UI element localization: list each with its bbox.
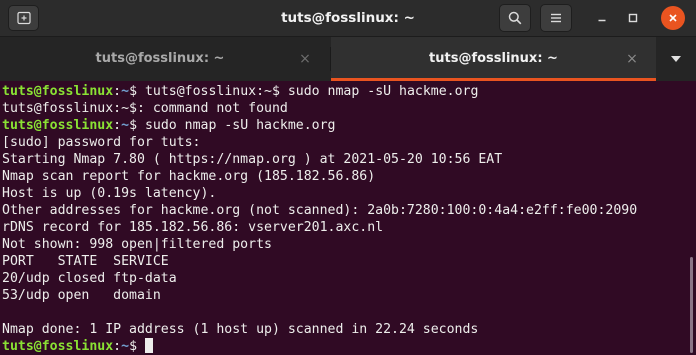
search-icon bbox=[508, 11, 522, 25]
prompt-line: tuts@fosslinux:~$ bbox=[2, 338, 686, 355]
text-cursor bbox=[144, 338, 153, 353]
search-button[interactable] bbox=[499, 4, 531, 32]
prompt-line: tuts@fosslinux:~$ tuts@fosslinux:~$ sudo… bbox=[2, 83, 686, 100]
window-titlebar: tuts@fosslinux: ~ bbox=[0, 0, 696, 37]
output-line: 20/udp closed ftp-data bbox=[2, 270, 686, 287]
hamburger-menu-icon bbox=[551, 13, 561, 23]
output-line: [sudo] password for tuts: bbox=[2, 134, 686, 151]
minimize-button[interactable] bbox=[591, 7, 613, 29]
line-text: Host is up (0.19s latency). bbox=[2, 186, 217, 201]
line-text: Starting Nmap 7.80 ( https://nmap.org ) … bbox=[2, 152, 503, 167]
menu-button[interactable] bbox=[540, 4, 572, 32]
output-line: PORT STATE SERVICE bbox=[2, 253, 686, 270]
output-line: 53/udp open domain bbox=[2, 287, 686, 304]
output-line: Other addresses for hackme.org (not scan… bbox=[2, 202, 686, 219]
line-text: Nmap scan report for hackme.org (185.182… bbox=[2, 169, 376, 184]
line-text: Other addresses for hackme.org (not scan… bbox=[2, 203, 638, 218]
tab-menu-button[interactable] bbox=[656, 37, 696, 81]
line-text: $ sudo nmap -sU hackme.org bbox=[129, 118, 336, 133]
tab-1[interactable]: tuts@fosslinux: ~ × bbox=[0, 37, 330, 81]
scrollbar-thumb[interactable] bbox=[690, 257, 693, 353]
prompt-separator: : bbox=[113, 84, 122, 99]
prompt-path: ~ bbox=[121, 118, 130, 133]
prompt-path: ~ bbox=[121, 84, 130, 99]
close-icon: × bbox=[626, 51, 638, 67]
output-line: Nmap scan report for hackme.org (185.182… bbox=[2, 168, 686, 185]
line-text: Nmap done: 1 IP address (1 host up) scan… bbox=[2, 322, 479, 337]
minimize-icon bbox=[598, 19, 606, 22]
prompt-line: tuts@fosslinux:~$ sudo nmap -sU hackme.o… bbox=[2, 117, 686, 134]
tab-label: tuts@fosslinux: ~ bbox=[429, 51, 558, 66]
line-text: $ tuts@fosslinux:~$ sudo nmap -sU hackme… bbox=[129, 84, 479, 99]
dropdown-arrow-icon bbox=[671, 56, 681, 62]
prompt-separator: : bbox=[113, 339, 122, 354]
scrollbar[interactable] bbox=[686, 81, 696, 355]
tab-close-button[interactable]: × bbox=[298, 52, 312, 66]
line-text: rDNS record for 185.182.56.86: vserver20… bbox=[2, 220, 384, 235]
terminal-output[interactable]: tuts@fosslinux:~$ tuts@fosslinux:~$ sudo… bbox=[0, 81, 686, 355]
line-text: 20/udp closed ftp-data bbox=[2, 271, 177, 286]
output-line: rDNS record for 185.182.56.86: vserver20… bbox=[2, 219, 686, 236]
line-text: Not shown: 998 open|filtered ports bbox=[2, 237, 272, 252]
line-text: [sudo] password for tuts: bbox=[2, 135, 201, 150]
tab-2-active[interactable]: tuts@fosslinux: ~ × bbox=[331, 37, 656, 81]
output-line: Nmap done: 1 IP address (1 host up) scan… bbox=[2, 321, 686, 338]
tab-label: tuts@fosslinux: ~ bbox=[95, 51, 225, 66]
line-text: PORT STATE SERVICE bbox=[2, 254, 169, 269]
output-line: Not shown: 998 open|filtered ports bbox=[2, 236, 686, 253]
maximize-icon bbox=[628, 13, 638, 23]
prompt-user: tuts@fosslinux bbox=[2, 339, 114, 354]
prompt-path: ~ bbox=[121, 339, 130, 354]
line-text: tuts@fosslinux:~$: command not found bbox=[2, 101, 288, 116]
close-icon: × bbox=[299, 51, 311, 67]
close-icon bbox=[669, 14, 677, 22]
tab-bar: tuts@fosslinux: ~ × tuts@fosslinux: ~ × bbox=[0, 37, 696, 81]
prompt-user: tuts@fosslinux bbox=[2, 84, 114, 99]
close-window-button[interactable] bbox=[661, 6, 685, 30]
tab-close-button[interactable]: × bbox=[625, 52, 639, 66]
line-text: $ bbox=[129, 339, 145, 354]
output-line: tuts@fosslinux:~$: command not found bbox=[2, 100, 686, 117]
new-tab-icon bbox=[16, 11, 31, 25]
line-text: 53/udp open domain bbox=[2, 288, 161, 303]
output-line: Host is up (0.19s latency). bbox=[2, 185, 686, 202]
new-tab-button[interactable] bbox=[8, 5, 39, 31]
prompt-user: tuts@fosslinux bbox=[2, 118, 114, 133]
maximize-button[interactable] bbox=[622, 7, 644, 29]
output-line: Starting Nmap 7.80 ( https://nmap.org ) … bbox=[2, 151, 686, 168]
prompt-separator: : bbox=[113, 118, 122, 133]
